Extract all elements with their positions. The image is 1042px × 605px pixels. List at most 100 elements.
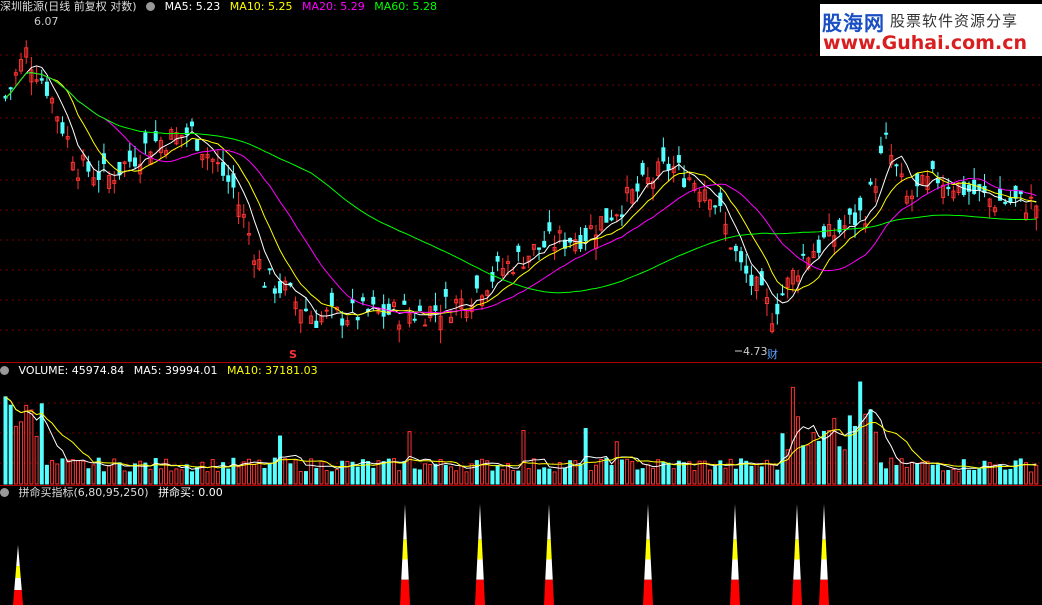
volume-bar bbox=[101, 471, 106, 485]
candle-body bbox=[340, 318, 345, 326]
candle-body bbox=[189, 121, 194, 127]
volume-bar bbox=[998, 464, 1003, 485]
volume-bar bbox=[500, 469, 505, 485]
candle-body bbox=[775, 303, 780, 315]
spike-segment bbox=[795, 504, 799, 540]
candle-body bbox=[816, 239, 821, 253]
volume-bar bbox=[868, 409, 873, 485]
candle-body bbox=[537, 247, 542, 250]
volume-bar bbox=[858, 381, 863, 485]
volume-bar bbox=[946, 469, 951, 485]
volume-bar bbox=[226, 468, 231, 485]
volume-bar bbox=[335, 469, 340, 485]
ma5-label: MA5: 5.23 bbox=[164, 0, 221, 13]
volume-bar bbox=[86, 468, 91, 485]
volume-panel[interactable]: VOLUME: 45974.84 MA5: 39994.01 MA10: 371… bbox=[0, 363, 1042, 485]
volume-bar bbox=[526, 468, 531, 485]
volume-bar bbox=[314, 468, 319, 485]
volume-bar bbox=[44, 464, 49, 485]
volume-bar bbox=[1008, 468, 1013, 485]
s-marker[interactable]: S bbox=[289, 348, 297, 361]
buy-signal-spike bbox=[544, 504, 554, 605]
spike-segment bbox=[646, 504, 650, 540]
volume-bar bbox=[169, 470, 174, 485]
volume-bar bbox=[360, 459, 365, 485]
candle-body bbox=[733, 245, 738, 252]
settings-dot-icon[interactable] bbox=[146, 2, 156, 11]
volume-bar bbox=[1034, 464, 1039, 485]
candle-body bbox=[355, 316, 360, 321]
volume-bar bbox=[847, 415, 852, 485]
candle-body bbox=[614, 214, 619, 217]
volume-bar bbox=[578, 463, 583, 485]
buy-signal-spike bbox=[730, 504, 740, 605]
candle-body bbox=[381, 304, 386, 317]
indicator-chart[interactable] bbox=[0, 486, 1042, 605]
volume-bar bbox=[397, 470, 402, 485]
volume-bar bbox=[454, 470, 459, 485]
volume-bar bbox=[381, 461, 386, 485]
volume-bar bbox=[283, 458, 288, 485]
volume-bar bbox=[65, 459, 70, 485]
volume-bar bbox=[1003, 469, 1008, 485]
candle-body bbox=[749, 274, 754, 286]
indicator-panel[interactable]: 拼命买指标(6,80,95,250) 拼命买: 0.00 bbox=[0, 486, 1042, 605]
candle-body bbox=[801, 253, 806, 256]
ma60-label: MA60: 5.28 bbox=[374, 0, 437, 13]
candle-body bbox=[267, 268, 272, 271]
volume-bar bbox=[1023, 462, 1028, 485]
volume-bar bbox=[319, 460, 324, 485]
volume-bar bbox=[806, 444, 811, 485]
candle-body bbox=[117, 161, 122, 176]
spike-segment bbox=[15, 566, 21, 578]
guhai-watermark-logo: 股海网 股票软件资源分享 www.Guhai.com.cn bbox=[820, 4, 1042, 56]
spike-segment bbox=[546, 539, 552, 560]
volume-bar bbox=[174, 468, 179, 485]
candle-body bbox=[423, 324, 428, 327]
volume-bar bbox=[24, 404, 29, 485]
settings-dot-icon[interactable] bbox=[0, 366, 9, 375]
volume-bar bbox=[355, 466, 360, 485]
volume-bar bbox=[293, 459, 298, 485]
volume-bar bbox=[50, 460, 55, 485]
vol-ma5-line bbox=[5, 396, 1037, 470]
volume-bar bbox=[91, 464, 96, 485]
candle-body bbox=[324, 309, 329, 312]
candle-body bbox=[728, 247, 733, 250]
volume-bar bbox=[371, 467, 376, 485]
volume-bar bbox=[884, 468, 889, 485]
volume-bar bbox=[920, 461, 925, 485]
volume-bar bbox=[252, 463, 257, 485]
indicator-value: 拼命买: 0.00 bbox=[158, 486, 223, 499]
financial-marker[interactable]: 财 bbox=[767, 346, 778, 362]
settings-dot-icon[interactable] bbox=[0, 488, 9, 497]
spike-segment bbox=[402, 539, 408, 560]
volume-bar bbox=[127, 471, 132, 485]
volume-bar bbox=[298, 471, 303, 485]
indicator-title: 拼命买指标(6,80,95,250) bbox=[18, 486, 149, 499]
volume-bar bbox=[588, 470, 593, 485]
volume-bar bbox=[345, 460, 350, 485]
vol-ma5-label: MA5: 39994.01 bbox=[133, 364, 218, 377]
volume-bar bbox=[744, 460, 749, 485]
spike-segment bbox=[792, 579, 802, 605]
volume-bar bbox=[614, 441, 619, 485]
candle-body bbox=[972, 179, 977, 194]
volume-bar bbox=[904, 466, 909, 485]
volume-bar bbox=[537, 469, 542, 485]
volume-bar bbox=[656, 459, 661, 485]
volume-bar bbox=[930, 464, 935, 485]
volume-bar bbox=[464, 471, 469, 485]
candle-body bbox=[884, 132, 889, 135]
volume-bar bbox=[1029, 471, 1034, 485]
volume-bar bbox=[759, 466, 764, 485]
volume-chart[interactable] bbox=[0, 363, 1042, 485]
volume-bar bbox=[179, 469, 184, 485]
volume-bar bbox=[832, 417, 837, 485]
volume-bar bbox=[702, 460, 707, 485]
volume-bar bbox=[511, 470, 516, 485]
volume-bar bbox=[966, 469, 971, 485]
volume-bar bbox=[433, 463, 438, 485]
spike-segment bbox=[645, 539, 651, 560]
spike-segment bbox=[822, 504, 826, 540]
